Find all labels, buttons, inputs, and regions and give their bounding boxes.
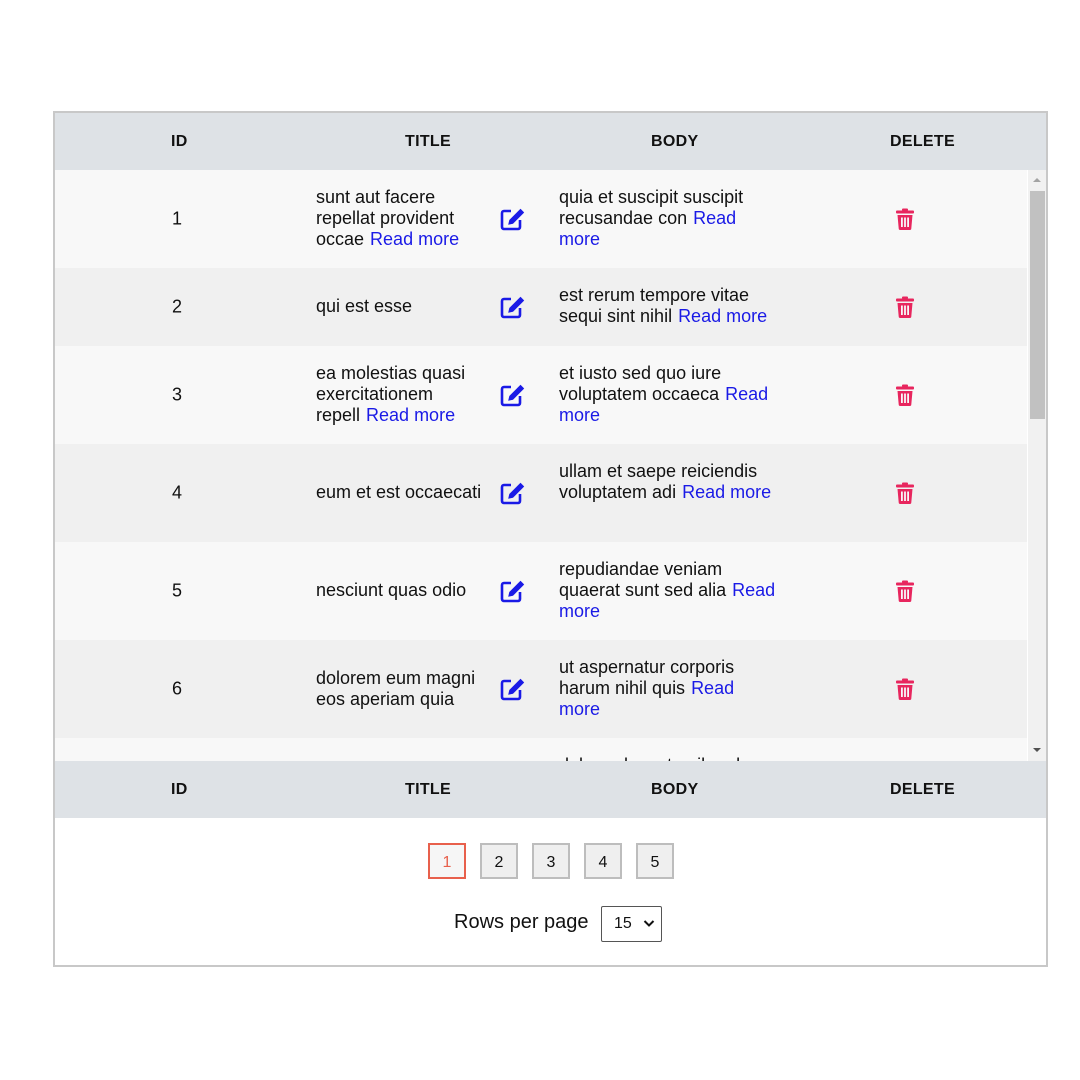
cell-body: ut aspernatur corporis harum nihil quis R… <box>559 657 779 720</box>
cell-body: repudiandae veniam quaerat sunt sed alia… <box>559 559 779 622</box>
cell-title-text: eum et est occaecati <box>316 482 482 502</box>
table-rows: 1 sunt aut facere repellat provident occa… <box>55 170 1027 761</box>
table-row: 2 qui est esse est rerum tempore vitae seq… <box>55 268 1027 346</box>
cell-body: et iusto sed quo iure voluptatem occaeca… <box>559 363 779 426</box>
rows-per-page-select[interactable]: 15 <box>601 906 662 942</box>
cell-id: 2 <box>172 296 183 317</box>
footer-header-delete: DELETE <box>890 781 955 798</box>
trash-icon[interactable] <box>896 384 914 406</box>
edit-icon[interactable] <box>500 677 526 701</box>
cell-title: nesciunt quas odio <box>316 580 496 601</box>
vertical-scrollbar[interactable] <box>1028 170 1046 761</box>
chevron-down-icon <box>643 920 655 927</box>
title-read-more-link[interactable]: Read more <box>366 405 455 425</box>
table-row: 4 eum et est occaecati ullam et saepe reic… <box>55 444 1027 542</box>
table-header: ID TITLE BODY DELETE <box>55 113 1046 170</box>
header-body: BODY <box>651 133 699 150</box>
footer-header-title: TITLE <box>405 781 451 798</box>
edit-icon[interactable] <box>500 383 526 407</box>
trash-icon[interactable] <box>896 678 914 700</box>
table-body-scroll[interactable]: 1 sunt aut facere repellat provident occa… <box>55 170 1046 761</box>
cell-title: ea molestias quasi exercitationem repell… <box>316 363 496 426</box>
cell-title-text: qui est esse <box>316 296 413 316</box>
table-row: dolore placeat quibusdam <box>55 738 1027 761</box>
trash-icon[interactable] <box>896 580 914 602</box>
table-row: 1 sunt aut facere repellat provident occa… <box>55 170 1027 268</box>
footer-header-id: ID <box>171 781 188 798</box>
cell-id: 5 <box>172 580 183 601</box>
cell-body: ullam et saepe reiciendis voluptatem adi… <box>559 461 779 503</box>
cell-id: 4 <box>172 482 183 503</box>
trash-icon[interactable] <box>896 296 914 318</box>
cell-title: qui est esse <box>316 296 496 317</box>
cell-id: 6 <box>172 678 183 699</box>
rows-per-page-label: Rows per page <box>454 911 589 933</box>
page-button-2[interactable]: 2 <box>480 843 518 879</box>
cell-title-text: dolorem eum magni eos aperiam quia <box>316 668 476 709</box>
header-delete: DELETE <box>890 133 955 150</box>
header-title: TITLE <box>405 133 451 150</box>
edit-icon[interactable] <box>500 207 526 231</box>
table-footer-header: ID TITLE BODY DELETE <box>55 761 1046 818</box>
body-read-more-link[interactable]: Read more <box>678 306 767 326</box>
scroll-down-icon[interactable] <box>1028 744 1046 756</box>
table-row: 6 dolorem eum magni eos aperiam quia ut as… <box>55 640 1027 738</box>
cell-title: eum et est occaecati <box>316 482 496 503</box>
edit-icon[interactable] <box>500 579 526 603</box>
page-button-3[interactable]: 3 <box>532 843 570 879</box>
trash-icon[interactable] <box>896 208 914 230</box>
cell-id: 3 <box>172 384 183 405</box>
cell-title: dolorem eum magni eos aperiam quia <box>316 668 496 710</box>
page-button-1[interactable]: 1 <box>428 843 466 879</box>
edit-icon[interactable] <box>500 295 526 319</box>
edit-icon[interactable] <box>500 481 526 505</box>
posts-table-panel: ID TITLE BODY DELETE 1 sunt aut facere re… <box>53 111 1048 967</box>
cell-body: est rerum tempore vitae sequi sint nihil… <box>559 285 779 327</box>
table-row: 3 ea molestias quasi exercitationem repel… <box>55 346 1027 444</box>
footer-header-body: BODY <box>651 781 699 798</box>
cell-body-text: et iusto sed quo iure voluptatem occaeca <box>559 363 722 404</box>
cell-body: quia et suscipit suscipit recusandae con… <box>559 187 779 250</box>
header-id: ID <box>171 133 188 150</box>
cell-body-text: repudiandae veniam quaerat sunt sed alia <box>559 559 727 600</box>
page-button-5[interactable]: 5 <box>636 843 674 879</box>
body-read-more-link[interactable]: Read more <box>682 482 771 502</box>
title-read-more-link[interactable]: Read more <box>370 229 459 249</box>
rows-per-page-value: 15 <box>614 915 632 932</box>
cell-title: sunt aut facere repellat provident occae… <box>316 187 496 250</box>
cell-id: 1 <box>172 208 183 229</box>
cell-title-text: nesciunt quas odio <box>316 580 467 600</box>
table-row: 5 nesciunt quas odio repudiandae veniam qu… <box>55 542 1027 640</box>
scroll-up-icon[interactable] <box>1028 174 1046 186</box>
scrollbar-thumb[interactable] <box>1030 191 1045 419</box>
page-button-4[interactable]: 4 <box>584 843 622 879</box>
trash-icon[interactable] <box>896 482 914 504</box>
